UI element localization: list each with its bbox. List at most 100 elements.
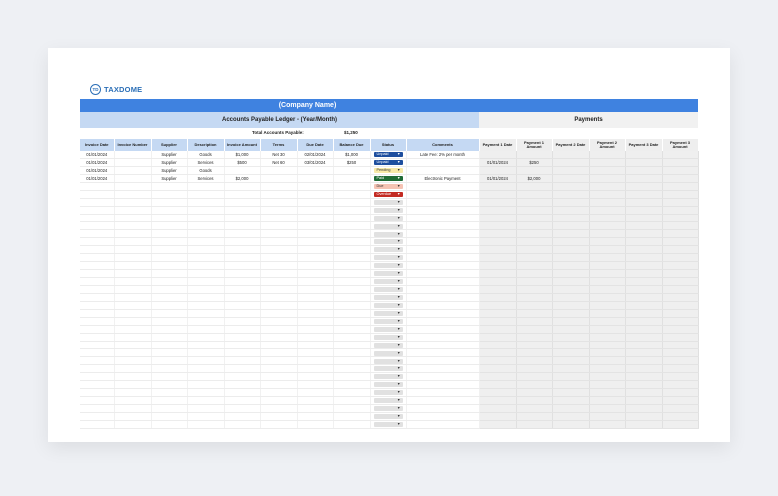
table-cell[interactable] (516, 190, 553, 199)
table-cell[interactable] (479, 404, 517, 413)
table-cell[interactable] (260, 317, 298, 326)
status-dropdown[interactable]: ▼ (373, 215, 403, 221)
table-cell[interactable] (151, 412, 188, 421)
status-dropdown[interactable]: ▼ (373, 207, 403, 213)
table-cell[interactable] (662, 261, 699, 271)
status-dropdown[interactable]: ▼ (373, 239, 403, 245)
table-cell[interactable] (260, 214, 298, 223)
table-cell[interactable] (552, 245, 590, 255)
table-cell[interactable] (224, 372, 261, 382)
status-cell[interactable]: ▼ (370, 333, 407, 342)
status-cell[interactable]: ▼ (370, 325, 407, 334)
table-cell[interactable] (479, 182, 517, 191)
table-cell[interactable] (589, 412, 626, 421)
table-cell[interactable] (224, 348, 261, 358)
table-cell[interactable] (516, 356, 553, 366)
status-cell[interactable]: Unpaid ▼ (370, 158, 407, 167)
table-cell[interactable] (662, 277, 699, 286)
table-cell[interactable] (552, 214, 590, 223)
table-cell[interactable] (224, 182, 261, 191)
table-cell[interactable] (297, 269, 334, 278)
table-cell[interactable] (479, 348, 517, 358)
table-cell[interactable]: Supplier (151, 174, 188, 183)
table-cell[interactable] (516, 253, 553, 263)
table-cell[interactable] (662, 412, 699, 421)
table-cell[interactable] (662, 285, 699, 294)
table-cell[interactable] (297, 317, 334, 326)
table-cell[interactable] (589, 206, 626, 215)
table-cell[interactable] (80, 221, 115, 231)
table-cell[interactable] (80, 269, 115, 278)
table-cell[interactable] (260, 420, 298, 429)
status-cell[interactable]: ▼ (370, 237, 407, 247)
table-cell[interactable] (662, 237, 699, 247)
table-cell[interactable] (479, 221, 517, 231)
table-cell[interactable] (552, 229, 590, 239)
table-cell[interactable] (151, 341, 188, 350)
table-cell[interactable] (589, 245, 626, 255)
table-cell[interactable] (224, 237, 261, 247)
status-cell[interactable]: ▼ (370, 261, 407, 271)
status-dropdown[interactable]: ▼ (373, 318, 403, 324)
table-cell[interactable] (297, 245, 334, 255)
status-cell[interactable]: ▼ (370, 301, 407, 310)
table-cell[interactable] (479, 301, 517, 310)
table-cell[interactable] (625, 396, 663, 405)
table-cell[interactable] (479, 214, 517, 223)
table-cell[interactable] (297, 420, 334, 429)
status-dropdown[interactable]: Pending ▼ (373, 168, 403, 174)
status-dropdown[interactable]: ▼ (373, 390, 403, 396)
table-cell[interactable] (552, 420, 590, 429)
table-cell[interactable]: Supplier (151, 166, 188, 175)
table-cell[interactable] (333, 277, 371, 286)
table-cell[interactable] (662, 198, 699, 207)
table-cell[interactable] (333, 261, 371, 271)
table-cell[interactable] (260, 221, 298, 231)
table-cell[interactable] (114, 317, 152, 326)
table-cell[interactable] (80, 404, 115, 413)
table-cell[interactable] (114, 158, 152, 167)
table-cell[interactable] (80, 420, 115, 429)
table-cell[interactable] (260, 348, 298, 358)
table-cell[interactable] (151, 182, 188, 191)
table-cell[interactable] (333, 174, 371, 183)
table-cell[interactable] (406, 253, 480, 263)
table-cell[interactable] (406, 158, 480, 167)
table-cell[interactable] (224, 261, 261, 271)
table-cell[interactable] (589, 253, 626, 263)
table-cell[interactable] (479, 396, 517, 405)
table-cell[interactable] (224, 309, 261, 318)
table-cell[interactable] (406, 412, 480, 421)
table-cell[interactable] (297, 229, 334, 239)
table-cell[interactable] (114, 166, 152, 175)
table-cell[interactable] (625, 253, 663, 263)
table-cell[interactable] (662, 420, 699, 429)
status-cell[interactable]: ▼ (370, 388, 407, 398)
table-cell[interactable] (625, 261, 663, 271)
table-cell[interactable] (625, 166, 663, 175)
table-cell[interactable] (187, 190, 225, 199)
table-cell[interactable] (589, 341, 626, 350)
status-cell[interactable]: ▼ (370, 412, 407, 421)
table-cell[interactable] (625, 364, 663, 374)
table-cell[interactable] (260, 372, 298, 382)
status-dropdown[interactable]: ▼ (373, 342, 403, 348)
table-cell[interactable] (552, 261, 590, 271)
table-cell[interactable] (151, 229, 188, 239)
table-cell[interactable] (552, 206, 590, 215)
table-cell[interactable] (516, 245, 553, 255)
table-cell[interactable] (224, 285, 261, 294)
table-cell[interactable] (260, 356, 298, 366)
table-cell[interactable] (625, 214, 663, 223)
table-cell[interactable] (114, 277, 152, 286)
table-cell[interactable] (479, 293, 517, 302)
table-cell[interactable] (552, 269, 590, 278)
table-cell[interactable]: 02/01/2024 (297, 151, 334, 159)
table-cell[interactable] (260, 261, 298, 271)
table-cell[interactable] (260, 309, 298, 318)
table-cell[interactable]: $2,000 (516, 174, 553, 183)
table-cell[interactable] (297, 341, 334, 350)
table-cell[interactable] (297, 348, 334, 358)
table-cell[interactable] (187, 404, 225, 413)
table-cell[interactable] (333, 380, 371, 390)
